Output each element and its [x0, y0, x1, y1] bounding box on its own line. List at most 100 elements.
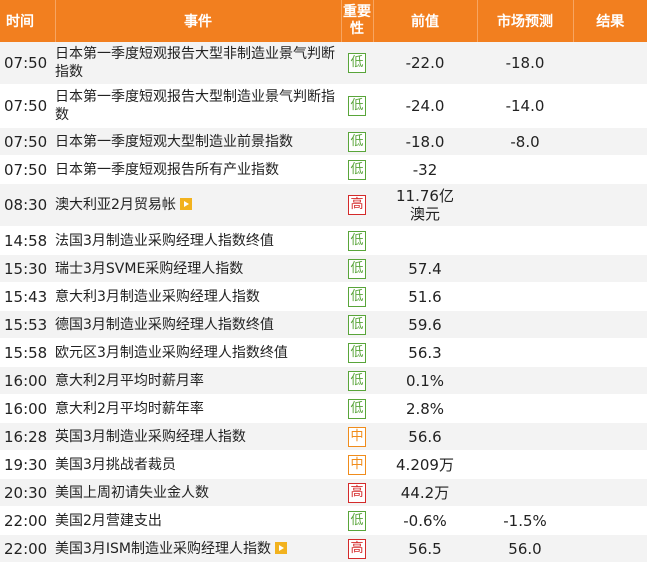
event-name[interactable]: 日本第一季度短观大型制造业前景指数 [55, 134, 293, 150]
event-name-cell[interactable]: 日本第一季度短观报告所有产业指数 [55, 155, 341, 184]
event-name-cell[interactable]: 日本第一季度短观报告大型非制造业景气判断指数 [55, 42, 341, 85]
event-time: 14:58 [0, 226, 55, 255]
table-row[interactable]: 16:28 英国3月制造业采购经理人指数 中 56.6 [0, 422, 647, 451]
table-row[interactable]: 22:00 美国2月营建支出 低 -0.6% -1.5% [0, 506, 647, 535]
table-row[interactable]: 15:30 瑞士3月SVME采购经理人指数 低 57.4 [0, 254, 647, 283]
table-row[interactable]: 15:43 意大利3月制造业采购经理人指数 低 51.6 [0, 282, 647, 311]
event-name[interactable]: 澳大利亚2月贸易帐 [55, 197, 176, 213]
event-name-cell[interactable]: 意大利3月制造业采购经理人指数 [55, 282, 341, 311]
importance-cell: 高 [341, 534, 373, 563]
event-name-cell[interactable]: 法国3月制造业采购经理人指数终值 [55, 226, 341, 255]
table-row[interactable]: 07:50 日本第一季度短观报告所有产业指数 低 -32 [0, 155, 647, 184]
result-value [573, 422, 647, 451]
table-row[interactable]: 22:00 美国3月ISM制造业采购经理人指数 高 56.5 56.0 [0, 534, 647, 563]
result-value [573, 42, 647, 85]
event-time: 20:30 [0, 478, 55, 507]
event-name[interactable]: 瑞士3月SVME采购经理人指数 [55, 261, 243, 277]
table-row[interactable]: 16:00 意大利2月平均时薪年率 低 2.8% [0, 394, 647, 423]
importance-cell: 低 [341, 366, 373, 395]
event-name[interactable]: 法国3月制造业采购经理人指数终值 [55, 233, 274, 249]
importance-badge: 高 [348, 538, 366, 559]
event-time: 07:50 [0, 127, 55, 156]
event-name-cell[interactable]: 美国3月挑战者裁员 [55, 450, 341, 479]
previous-value: 59.6 [373, 310, 477, 339]
forecast-value [477, 155, 573, 184]
event-time: 07:50 [0, 84, 55, 128]
table-row[interactable]: 15:53 德国3月制造业采购经理人指数终值 低 59.6 [0, 310, 647, 339]
forecast-value [477, 183, 573, 227]
importance-cell: 中 [341, 450, 373, 479]
importance-badge: 低 [348, 159, 366, 180]
forecast-value [477, 366, 573, 395]
forecast-value [477, 422, 573, 451]
previous-value [373, 226, 477, 255]
event-name-cell[interactable]: 美国3月ISM制造业采购经理人指数 [55, 534, 341, 563]
importance-badge: 低 [348, 258, 366, 279]
forecast-value: -1.5% [477, 506, 573, 535]
event-name-cell[interactable]: 德国3月制造业采购经理人指数终值 [55, 310, 341, 339]
previous-value: 56.3 [373, 338, 477, 367]
event-name-cell[interactable]: 澳大利亚2月贸易帐 [55, 183, 341, 227]
event-name-cell[interactable]: 欧元区3月制造业采购经理人指数终值 [55, 338, 341, 367]
table-row[interactable]: 16:00 意大利2月平均时薪月率 低 0.1% [0, 366, 647, 395]
previous-value: 4.209万 [373, 450, 477, 479]
table-row[interactable]: 15:58 欧元区3月制造业采购经理人指数终值 低 56.3 [0, 338, 647, 367]
event-name[interactable]: 意大利2月平均时薪月率 [55, 373, 204, 389]
importance-badge: 低 [348, 370, 366, 391]
event-time: 15:43 [0, 282, 55, 311]
forecast-value: -8.0 [477, 127, 573, 156]
event-time: 16:00 [0, 366, 55, 395]
table-body: 07:50 日本第一季度短观报告大型非制造业景气判断指数低 -22.0 -18.0 07… [0, 42, 647, 563]
event-name-cell[interactable]: 美国上周初请失业金人数 [55, 478, 341, 507]
event-time: 07:50 [0, 42, 55, 85]
table-row[interactable]: 08:30 澳大利亚2月贸易帐 高 11.76亿澳元 [0, 183, 647, 227]
importance-cell: 低 [341, 254, 373, 283]
previous-value: 44.2万 [373, 478, 477, 507]
event-name-cell[interactable]: 日本第一季度短观大型制造业前景指数 [55, 127, 341, 156]
event-name-cell[interactable]: 美国2月营建支出 [55, 506, 341, 535]
table-row[interactable]: 07:50 日本第一季度短观报告大型非制造业景气判断指数低 -22.0 -18.0 [0, 42, 647, 85]
event-name[interactable]: 欧元区3月制造业采购经理人指数终值 [55, 345, 288, 361]
importance-cell: 低 [341, 155, 373, 184]
event-name-cell[interactable]: 意大利2月平均时薪月率 [55, 366, 341, 395]
event-name[interactable]: 日本第一季度短观报告大型非制造业景气判断指数 [55, 46, 335, 80]
previous-value: 11.76亿澳元 [373, 183, 477, 227]
event-name-cell[interactable]: 英国3月制造业采购经理人指数 [55, 422, 341, 451]
event-name[interactable]: 意大利2月平均时薪年率 [55, 401, 204, 417]
video-play-icon[interactable] [179, 198, 192, 210]
importance-badge: 低 [348, 131, 366, 152]
importance-badge: 低 [348, 230, 366, 251]
event-name[interactable]: 意大利3月制造业采购经理人指数 [55, 289, 260, 305]
table-row[interactable]: 07:50 日本第一季度短观大型制造业前景指数 低 -18.0 -8.0 [0, 127, 647, 156]
importance-cell: 低 [341, 506, 373, 535]
economic-calendar-table: 时间 事件 重要性 前值 市场预测 结果 07:50 日本第一季度短观报告大型非制… [0, 0, 647, 563]
event-name[interactable]: 美国上周初请失业金人数 [55, 485, 209, 501]
table-row[interactable]: 19:30 美国3月挑战者裁员 中 4.209万 [0, 450, 647, 479]
table-row[interactable]: 20:30 美国上周初请失业金人数 高 44.2万 [0, 478, 647, 507]
importance-badge: 低 [348, 286, 366, 307]
event-time: 22:00 [0, 506, 55, 535]
forecast-value [477, 450, 573, 479]
previous-value: 2.8% [373, 394, 477, 423]
previous-value: 56.6 [373, 422, 477, 451]
table-row[interactable]: 07:50 日本第一季度短观报告大型制造业景气判断指数低 -24.0 -14.0 [0, 84, 647, 128]
event-time: 08:30 [0, 183, 55, 227]
header-forecast: 市场预测 [477, 0, 574, 42]
importance-cell: 低 [341, 42, 373, 85]
event-name[interactable]: 日本第一季度短观报告所有产业指数 [55, 162, 279, 178]
result-value [573, 226, 647, 255]
event-name[interactable]: 美国3月挑战者裁员 [55, 457, 176, 473]
event-name[interactable]: 德国3月制造业采购经理人指数终值 [55, 317, 274, 333]
event-name[interactable]: 英国3月制造业采购经理人指数 [55, 429, 246, 445]
event-name[interactable]: 美国2月营建支出 [55, 513, 162, 529]
event-name-cell[interactable]: 意大利2月平均时薪年率 [55, 394, 341, 423]
header-importance: 重要性 [341, 0, 374, 42]
table-row[interactable]: 14:58 法国3月制造业采购经理人指数终值 低 [0, 226, 647, 255]
result-value [573, 84, 647, 128]
video-play-icon[interactable] [275, 541, 288, 554]
event-name-cell[interactable]: 日本第一季度短观报告大型制造业景气判断指数 [55, 84, 341, 128]
event-name-cell[interactable]: 瑞士3月SVME采购经理人指数 [55, 254, 341, 283]
previous-value: 0.1% [373, 366, 477, 395]
event-name[interactable]: 美国3月ISM制造业采购经理人指数 [55, 541, 271, 557]
event-name[interactable]: 日本第一季度短观报告大型制造业景气判断指数 [55, 89, 335, 123]
